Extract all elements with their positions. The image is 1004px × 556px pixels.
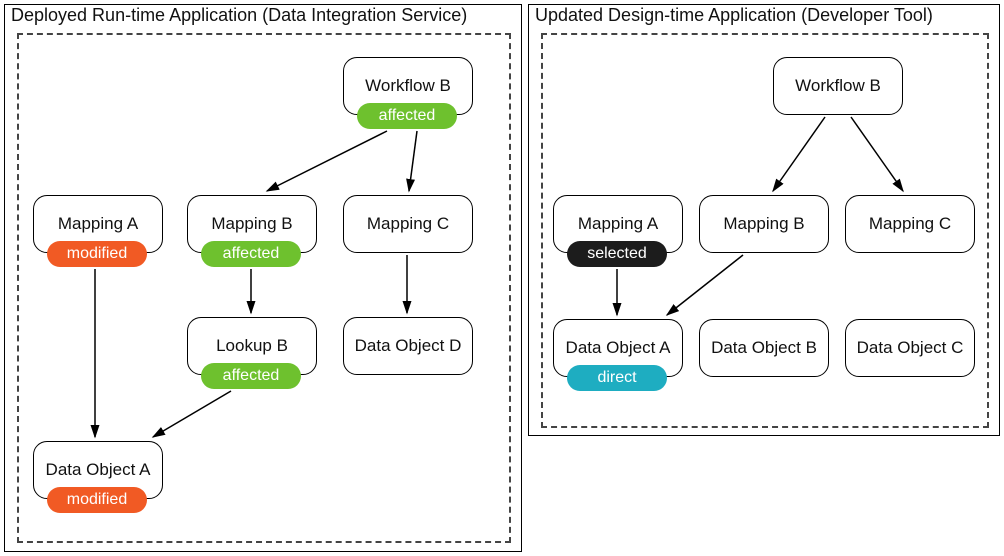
node-data-object-d: Data Object D [343, 317, 473, 375]
runtime-title: Deployed Run-time Application (Data Inte… [11, 5, 467, 26]
tag-mapping-b: affected [201, 241, 301, 267]
tag-data-object-a-r: direct [567, 365, 667, 391]
runtime-panel: Deployed Run-time Application (Data Inte… [4, 4, 522, 552]
node-workflow-b-r: Workflow B [773, 57, 903, 115]
tag-mapping-a-r: selected [567, 241, 667, 267]
tag-lookup-b: affected [201, 363, 301, 389]
node-data-object-c-r: Data Object C [845, 319, 975, 377]
designtime-panel: Updated Design-time Application (Develop… [528, 4, 1000, 436]
node-mapping-c: Mapping C [343, 195, 473, 253]
tag-mapping-a: modified [47, 241, 147, 267]
tag-data-object-a: modified [47, 487, 147, 513]
node-mapping-c-r: Mapping C [845, 195, 975, 253]
node-mapping-b-r: Mapping B [699, 195, 829, 253]
tag-workflow-b: affected [357, 103, 457, 129]
designtime-title: Updated Design-time Application (Develop… [535, 5, 933, 26]
node-data-object-b-r: Data Object B [699, 319, 829, 377]
